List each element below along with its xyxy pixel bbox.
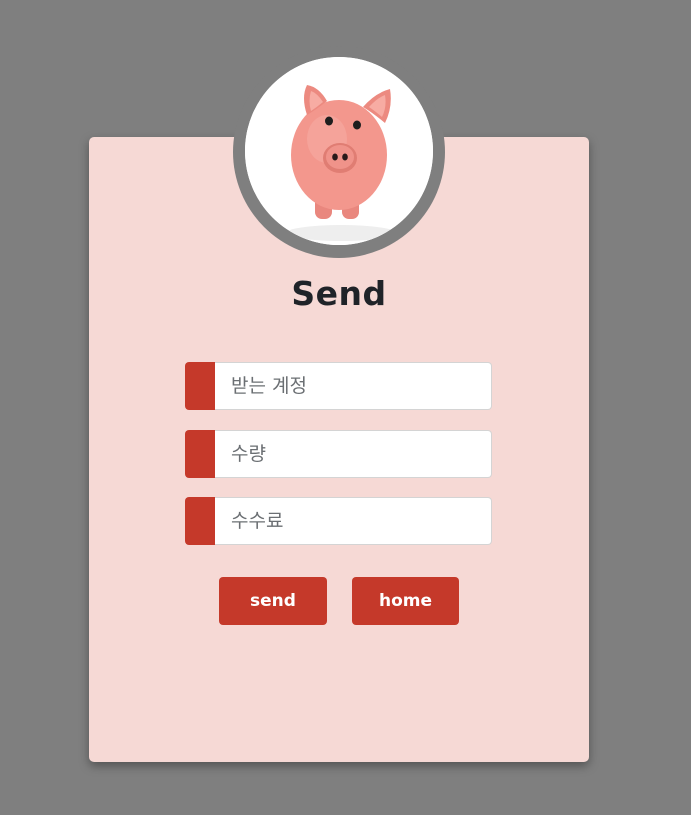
fee-field xyxy=(185,497,492,545)
send-button[interactable]: send xyxy=(219,577,327,625)
field-accent-tab xyxy=(185,497,215,545)
recipient-account-field xyxy=(185,362,492,410)
field-accent-tab xyxy=(185,430,215,478)
avatar xyxy=(245,57,433,245)
amount-field xyxy=(185,430,492,478)
fee-input[interactable] xyxy=(215,497,492,545)
amount-input[interactable] xyxy=(215,430,492,478)
recipient-account-input[interactable] xyxy=(215,362,492,410)
piggy-bank-icon xyxy=(245,57,433,245)
field-accent-tab xyxy=(185,362,215,410)
page-title: Send xyxy=(291,274,387,313)
home-button[interactable]: home xyxy=(352,577,459,625)
